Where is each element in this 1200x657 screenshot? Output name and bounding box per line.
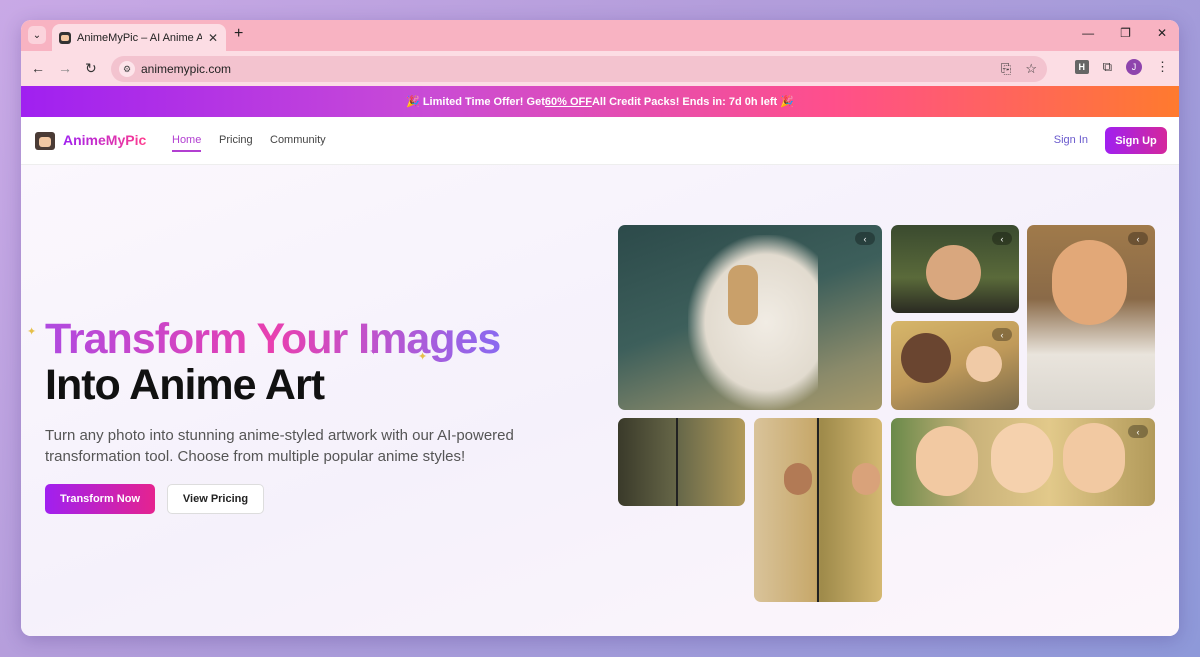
browser-toolbar: ← → ↻ ⚙ animemypic.com ⎘ ☆ H ⧉ J ⋮: [21, 51, 1179, 86]
url-text: animemypic.com: [141, 62, 232, 76]
face-shape: [901, 333, 951, 383]
restore-icon[interactable]: ❐: [1120, 26, 1131, 40]
face-shape: [991, 423, 1053, 493]
browser-window: ⌄ AnimeMyPic – AI Anime Art Ge ✕ + — ❐ ✕…: [21, 20, 1179, 636]
browser-menu-icon[interactable]: ⋮: [1156, 59, 1169, 75]
hero-description: Turn any photo into stunning anime-style…: [45, 427, 514, 465]
promo-suffix: All Credit Packs! Ends in: 7d 0h left 🎉: [591, 96, 794, 108]
favicon-icon: [59, 31, 71, 44]
address-bar[interactable]: ⚙ animemypic.com ⎘ ☆: [111, 56, 1047, 82]
tab-strip: ⌄ AnimeMyPic – AI Anime Art Ge ✕ + — ❐ ✕: [21, 20, 1179, 51]
sign-up-button[interactable]: Sign Up: [1105, 127, 1167, 154]
gallery-image-laughing-kids[interactable]: ‹: [891, 418, 1155, 506]
tab-search-button[interactable]: ⌄: [28, 26, 46, 44]
sparkle-icon: ✦: [27, 326, 37, 338]
transform-now-button[interactable]: Transform Now: [45, 484, 155, 514]
new-tab-button[interactable]: +: [234, 25, 243, 43]
face-shape: [1052, 240, 1127, 325]
gallery-image-phone-users[interactable]: [618, 418, 745, 506]
install-app-icon[interactable]: ⎘: [1001, 61, 1011, 77]
nav-community[interactable]: Community: [270, 134, 326, 146]
back-icon[interactable]: ←: [31, 60, 45, 76]
forward-icon[interactable]: →: [58, 60, 72, 76]
split-divider: [817, 418, 819, 602]
carousel-chevron-icon[interactable]: ‹: [992, 232, 1012, 245]
logo-icon[interactable]: [35, 132, 55, 150]
sign-in-link[interactable]: Sign In: [1054, 134, 1088, 146]
tab-close-icon[interactable]: ✕: [208, 31, 218, 45]
gallery-image-horse-rider[interactable]: ‹: [618, 225, 882, 410]
promo-discount: 60% OFF: [544, 95, 592, 108]
extension-h-icon[interactable]: H: [1074, 60, 1089, 74]
site-header: AnimeMyPic Home Pricing Community Sign I…: [21, 117, 1179, 165]
gallery-image-man-baby[interactable]: ‹: [891, 321, 1019, 410]
extensions-puzzle-icon[interactable]: ⧉: [1103, 59, 1112, 75]
carousel-chevron-icon[interactable]: ‹: [992, 328, 1012, 341]
minimize-icon[interactable]: —: [1082, 26, 1094, 40]
site-settings-icon[interactable]: ⚙: [119, 61, 135, 77]
gallery-image-father-child[interactable]: ‹: [891, 225, 1019, 313]
nav-pricing[interactable]: Pricing: [219, 134, 253, 146]
face-shape: [852, 463, 880, 495]
nav-home[interactable]: Home: [172, 134, 202, 152]
promo-prefix: 🎉 Limited Time Offer! Get: [406, 96, 545, 108]
carousel-chevron-icon[interactable]: ‹: [1128, 232, 1148, 245]
logo-text[interactable]: AnimeMyPic: [63, 132, 146, 148]
reload-icon[interactable]: ↻: [85, 60, 97, 77]
profile-avatar[interactable]: J: [1126, 59, 1142, 75]
gallery-image-man-field[interactable]: [754, 418, 882, 602]
face-shape: [1063, 423, 1125, 493]
hero-title-line2: Into Anime Art: [45, 361, 325, 409]
face-shape: [926, 245, 981, 300]
hero-section: ✦ ✦ ✦ Transform Your Images Into Anime A…: [21, 165, 1179, 636]
rider-shape: [728, 265, 758, 325]
face-shape: [916, 426, 978, 496]
hero-title-line1: Transform Your Images: [45, 315, 501, 363]
gallery-image-bearded-man[interactable]: ‹: [1027, 225, 1155, 410]
bookmark-star-icon[interactable]: ☆: [1025, 61, 1037, 77]
promo-banner: 🎉 Limited Time Offer! Get 60% OFF All Cr…: [21, 86, 1179, 117]
toolbar-right: H ⧉ J ⋮: [1074, 59, 1169, 75]
split-divider: [676, 418, 678, 506]
face-shape: [784, 463, 812, 495]
omnibox-actions: ⎘ ☆: [1001, 61, 1037, 77]
browser-tab[interactable]: AnimeMyPic – AI Anime Art Ge ✕: [52, 24, 226, 51]
close-window-icon[interactable]: ✕: [1157, 26, 1167, 40]
tab-title: AnimeMyPic – AI Anime Art Ge: [77, 31, 202, 44]
window-controls: — ❐ ✕: [1082, 26, 1167, 40]
face-shape: [966, 346, 1002, 382]
view-pricing-button[interactable]: View Pricing: [167, 484, 264, 514]
carousel-chevron-icon[interactable]: ‹: [855, 232, 875, 245]
carousel-chevron-icon[interactable]: ‹: [1128, 425, 1148, 438]
